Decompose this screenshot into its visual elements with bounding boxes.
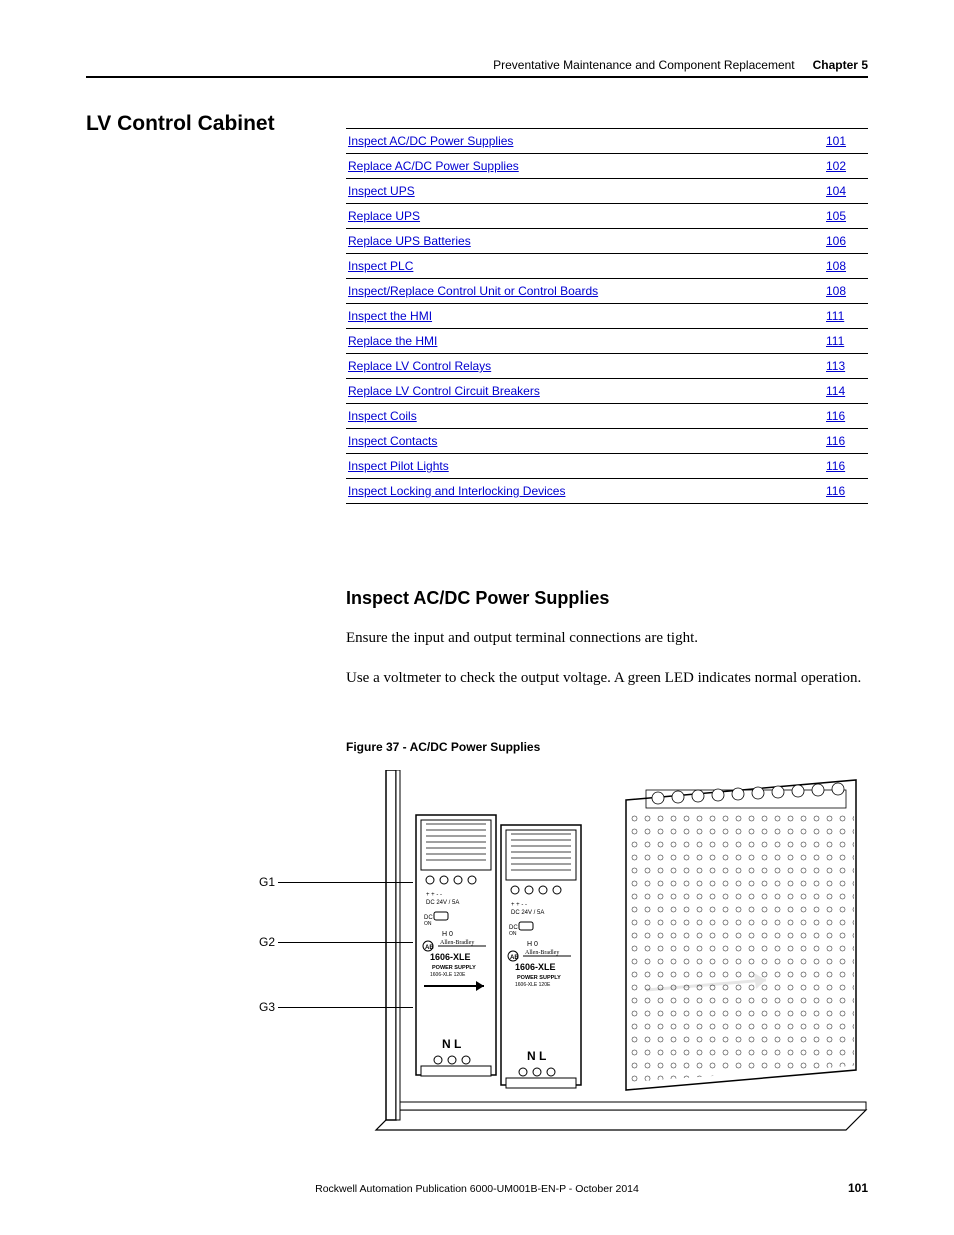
body-paragraph: Ensure the input and output terminal con… [346,628,868,648]
toc-link[interactable]: Inspect Contacts [348,434,437,448]
figure-image: + + - - DC 24V / 5A DC ON H 0 AB Allen-B… [346,770,868,1160]
toc-row: Replace LV Control Circuit Breakers 114 [346,379,868,404]
toc-page-link[interactable]: 105 [826,209,846,223]
toc-table: Inspect AC/DC Power Supplies 101 Replace … [346,128,868,504]
toc-link[interactable]: Replace the HMI [348,334,437,348]
toc-link[interactable]: Replace LV Control Circuit Breakers [348,384,540,398]
toc-link[interactable]: Replace LV Control Relays [348,359,491,373]
toc-row: Inspect AC/DC Power Supplies 101 [346,129,868,154]
toc-row: Inspect PLC 108 [346,254,868,279]
svg-text:Allen-Bradley: Allen-Bradley [525,950,559,956]
svg-text:1606-XLE: 1606-XLE [430,952,471,962]
toc-page-link[interactable]: 108 [826,259,846,273]
leader-line [278,882,413,883]
toc-row: Inspect UPS 104 [346,179,868,204]
toc-row: Inspect Locking and Interlocking Devices… [346,479,868,504]
body-paragraph: Use a voltmeter to check the output volt… [346,668,868,688]
svg-text:ON: ON [509,931,517,937]
header-chapter: Chapter 5 [813,58,868,72]
figure-caption: Figure 37 - AC/DC Power Supplies [346,740,540,754]
svg-text:AB: AB [425,945,434,951]
svg-text:N L: N L [442,1037,461,1051]
toc-link[interactable]: Replace AC/DC Power Supplies [348,159,519,173]
toc-page-link[interactable]: 101 [826,134,846,148]
svg-text:N L: N L [527,1049,546,1063]
leader-line [278,942,413,943]
section-title: LV Control Cabinet [86,112,275,136]
svg-text:POWER SUPPLY: POWER SUPPLY [517,975,561,981]
toc-row: Inspect the HMI 111 [346,304,868,329]
svg-text:+ + - -: + + - - [426,892,442,898]
toc-row: Inspect/Replace Control Unit or Control … [346,279,868,304]
toc-page-link[interactable]: 114 [826,384,845,398]
svg-text:ON: ON [424,921,432,927]
toc-link[interactable]: Inspect UPS [348,184,415,198]
toc-link[interactable]: Inspect PLC [348,259,413,273]
subsection-title: Inspect AC/DC Power Supplies [346,588,609,609]
toc-link[interactable]: Inspect the HMI [348,309,432,323]
toc-page-link[interactable]: 106 [826,234,846,248]
toc-row: Inspect Coils 116 [346,404,868,429]
toc-row: Replace LV Control Relays 113 [346,354,868,379]
callout-g3: G3 [259,1000,275,1014]
toc-row: Replace UPS 105 [346,204,868,229]
svg-text:1606-XLE: 1606-XLE [515,962,556,972]
toc-row: Inspect Pilot Lights 116 [346,454,868,479]
toc-page-link[interactable]: 116 [826,434,845,448]
svg-text:AB: AB [510,955,519,961]
toc-row: Replace UPS Batteries 106 [346,229,868,254]
toc-page-link[interactable]: 108 [826,284,846,298]
svg-text:DC 24V / 5A: DC 24V / 5A [511,910,544,916]
toc-row: Inspect Contacts 116 [346,429,868,454]
toc-page-link[interactable]: 113 [826,359,845,373]
page-header: Preventative Maintenance and Component R… [86,58,868,78]
toc-row: Replace the HMI 111 [346,329,868,354]
toc-row: Replace AC/DC Power Supplies 102 [346,154,868,179]
toc-page-link[interactable]: 111 [826,309,844,323]
toc-link[interactable]: Inspect AC/DC Power Supplies [348,134,513,148]
svg-text:Allen-Bradley: Allen-Bradley [440,940,474,946]
svg-text:POWER SUPPLY: POWER SUPPLY [432,965,476,971]
svg-text:1606-XLE 120E: 1606-XLE 120E [515,982,551,988]
svg-text:H 0: H 0 [527,941,538,948]
toc-link[interactable]: Replace UPS Batteries [348,234,471,248]
toc-link[interactable]: Inspect Locking and Interlocking Devices [348,484,565,498]
toc-link[interactable]: Replace UPS [348,209,420,223]
svg-text:1606-XLE 120E: 1606-XLE 120E [430,972,466,978]
footer-text: Rockwell Automation Publication 6000-UM0… [86,1183,868,1195]
leader-line [278,1007,413,1008]
svg-text:DC 24V / 5A: DC 24V / 5A [426,900,459,906]
header-title: Preventative Maintenance and Component R… [493,58,795,72]
callout-g2: G2 [259,935,275,949]
toc-page-link[interactable]: 111 [826,334,844,348]
svg-text:+ + - -: + + - - [511,902,527,908]
toc-link[interactable]: Inspect Coils [348,409,417,423]
toc-page-link[interactable]: 116 [826,459,845,473]
toc-link[interactable]: Inspect Pilot Lights [348,459,449,473]
page-number: 101 [848,1181,868,1195]
toc-link[interactable]: Inspect/Replace Control Unit or Control … [348,284,598,298]
toc-page-link[interactable]: 104 [826,184,846,198]
callout-g1: G1 [259,875,275,889]
perforation-overlay [628,812,854,1082]
toc-page-link[interactable]: 116 [826,409,845,423]
toc-page-link[interactable]: 102 [826,159,846,173]
svg-text:H 0: H 0 [442,931,453,938]
toc-page-link[interactable]: 116 [826,484,845,498]
